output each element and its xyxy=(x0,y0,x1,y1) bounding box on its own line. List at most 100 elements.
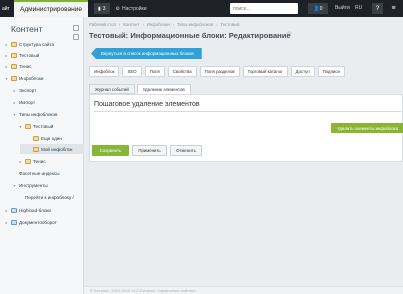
sidebar-controls xyxy=(73,25,79,40)
admin-tab[interactable]: Администрирование xyxy=(14,0,88,17)
sidebar-item-label: Тестовый xyxy=(33,123,54,129)
divider xyxy=(94,111,403,112)
sidebar-item-label: Импорт xyxy=(19,99,36,105)
tab-trade-catalog[interactable]: Торговый каталог xyxy=(242,66,288,77)
save-button[interactable]: Сохранить xyxy=(92,145,129,156)
expand-arrow-icon[interactable]: ▸ xyxy=(4,53,9,58)
sidebar-item-go-to-infoblock[interactable]: Перейти к инфоблоку / xyxy=(18,192,74,202)
breadcrumb-separator: › xyxy=(172,22,175,27)
sidebar-item-label: Тенис xyxy=(19,63,32,69)
breadcrumb-item[interactable]: Инфоблоки xyxy=(147,22,170,27)
user-button[interactable]: 👤 0 xyxy=(308,3,328,14)
folder-icon xyxy=(11,63,17,69)
tab-access[interactable]: Доступ xyxy=(290,66,315,77)
sidebar-item-facet-indexes[interactable]: Фасетные индексы xyxy=(12,168,60,178)
cancel-button[interactable]: Отменить xyxy=(170,145,202,156)
menu-icon[interactable]: ≡ xyxy=(388,3,399,14)
admin-top-bar: айт Администрирование ▮ 3 ⚙ Настройки 👤 … xyxy=(0,0,403,17)
folder-icon xyxy=(25,123,31,129)
sidebar-item-site-structure[interactable]: ▸ Структура сайта xyxy=(4,39,54,49)
search-input[interactable] xyxy=(230,3,298,14)
expand-arrow-icon[interactable]: ▸ xyxy=(4,220,9,225)
sidebar-item-highload-blocks[interactable]: ▸ Highload-блоки xyxy=(4,205,51,215)
gear-icon: ⚙ xyxy=(115,5,121,12)
sidebar-item-import[interactable]: ▸ Импорт xyxy=(12,97,35,107)
sidebar-item-export[interactable]: ▸ Экспорт xyxy=(12,85,36,95)
sidebar-item-label: Инструменты xyxy=(19,182,48,188)
tab-captions[interactable]: Подписи xyxy=(317,66,345,77)
page-title: Тестовый: Информационные блоки: Редактир… xyxy=(89,31,291,40)
collapse-arrow-icon[interactable]: ▾ xyxy=(18,124,23,129)
tab-event-log[interactable]: Журнал событий xyxy=(89,84,135,94)
sidebar-item-infoblock-types[interactable]: ▾ Типы инфоблоков xyxy=(12,109,57,119)
breadcrumb-item[interactable]: Тестовый xyxy=(221,22,240,27)
tab-properties[interactable]: Свойства xyxy=(167,66,197,77)
folder-icon xyxy=(33,135,39,141)
folder-icon xyxy=(11,75,17,81)
help-button[interactable]: ? xyxy=(372,3,383,14)
collapse-arrow-icon[interactable]: ▾ xyxy=(12,183,17,188)
sidebar-item-another-one[interactable]: Еще один xyxy=(26,133,62,143)
notifications-button[interactable]: ▮ 3 xyxy=(93,3,110,14)
breadcrumb-separator: › xyxy=(216,22,218,27)
expand-arrow-icon[interactable]: ▸ xyxy=(12,100,17,105)
expand-arrow-icon[interactable]: ▸ xyxy=(18,159,23,164)
panel-title: Пошаговое удаление элементов xyxy=(94,101,200,108)
settings-button[interactable]: ⚙ Настройки xyxy=(116,6,147,12)
tab-infoblock[interactable]: Инфоблок xyxy=(89,66,120,77)
sidebar-item-label: Типы инфоблоков xyxy=(19,111,58,117)
notifications-count: 3 xyxy=(102,5,106,12)
sidebar-item-infoblocks[interactable]: ▾ Инфоблоки xyxy=(4,73,43,83)
sidebar-item-tools[interactable]: ▾ Инструменты xyxy=(12,180,48,190)
apply-button[interactable]: Применить xyxy=(132,145,167,156)
footer-copyright: © Битрикс, 2001-2016 «1С-Битрикс: Управл… xyxy=(90,288,197,293)
sidebar-item-label: Тестовый xyxy=(19,52,40,58)
tab-fields[interactable]: Поля xyxy=(144,66,165,77)
delete-elements-button[interactable]: Удалить элементы инфоблока xyxy=(331,123,403,133)
pin-icon[interactable] xyxy=(73,25,79,31)
logout-link[interactable]: Выйти xyxy=(335,5,350,11)
tab-seo[interactable]: SEO xyxy=(122,66,142,77)
sidebar-item-type-test[interactable]: ▾ Тестовый xyxy=(18,121,53,131)
favorite-star-icon[interactable]: ☆ xyxy=(286,30,292,38)
site-tab[interactable]: айт xyxy=(0,0,14,17)
folder-icon xyxy=(25,158,31,164)
expand-arrow-icon[interactable]: ▸ xyxy=(4,64,9,69)
sidebar-item-workflow[interactable]: ▸ Документооборот xyxy=(4,217,57,227)
breadcrumb-item[interactable]: Контент xyxy=(123,22,139,27)
breadcrumb-item[interactable]: Рабочий стол xyxy=(89,22,116,27)
breadcrumb-item[interactable]: Типы инфоблоков xyxy=(177,22,213,27)
breadcrumb: Рабочий стол › Контент › Инфоблоки › Тип… xyxy=(89,22,240,27)
language-selector[interactable]: RU xyxy=(355,5,362,11)
folder-icon xyxy=(33,146,39,152)
tab-section-fields[interactable]: Поля разделов xyxy=(199,66,240,77)
tab-delete-elements[interactable]: Удаление элементов xyxy=(136,84,191,94)
collapse-icon[interactable] xyxy=(73,34,79,40)
sidebar-item-label: Перейти к инфоблоку / xyxy=(25,194,74,200)
expand-arrow-icon[interactable]: ▸ xyxy=(12,88,17,93)
sidebar-item-type-tennis[interactable]: ▸ Тенис xyxy=(18,156,46,166)
breadcrumb-separator: › xyxy=(142,22,144,27)
sidebar-item-tennis[interactable]: ▸ Тенис xyxy=(4,61,32,71)
edit-tabs: Инфоблок SEO Поля Свойства Поля разделов… xyxy=(89,66,345,77)
sidebar-item-label: Документооборот xyxy=(19,219,57,225)
expand-arrow-icon[interactable]: ▸ xyxy=(4,42,9,47)
sidebar-item-label: Структура сайта xyxy=(19,41,55,47)
bell-icon: ▮ xyxy=(97,5,101,12)
sidebar-item-label: Highload-блоки xyxy=(19,207,51,213)
sidebar-item-label: Тенис xyxy=(33,158,46,164)
sidebar-item-my-infoblock[interactable]: Мой инфоблок xyxy=(20,144,84,154)
collapse-arrow-icon[interactable]: ▾ xyxy=(12,112,17,117)
expand-arrow-icon[interactable]: ▸ xyxy=(4,208,9,213)
back-to-list-button[interactable]: Вернуться в список информационных блоков xyxy=(91,48,202,59)
user-count: 0 xyxy=(319,5,323,12)
folder-icon xyxy=(11,41,17,47)
sidebar-item-label: Мой инфоблок xyxy=(41,146,73,152)
sidebar: Контент ▸ Структура сайта ▸ Тестовый ▸ Т… xyxy=(0,17,84,294)
collapse-arrow-icon[interactable]: ▾ xyxy=(4,76,9,81)
sidebar-title: Контент xyxy=(11,24,43,34)
settings-label: Настройки xyxy=(122,5,147,12)
sidebar-item-label: Инфоблоки xyxy=(19,75,44,81)
sidebar-item-test[interactable]: ▸ Тестовый xyxy=(4,50,39,60)
sidebar-item-label: Еще один xyxy=(41,135,62,141)
